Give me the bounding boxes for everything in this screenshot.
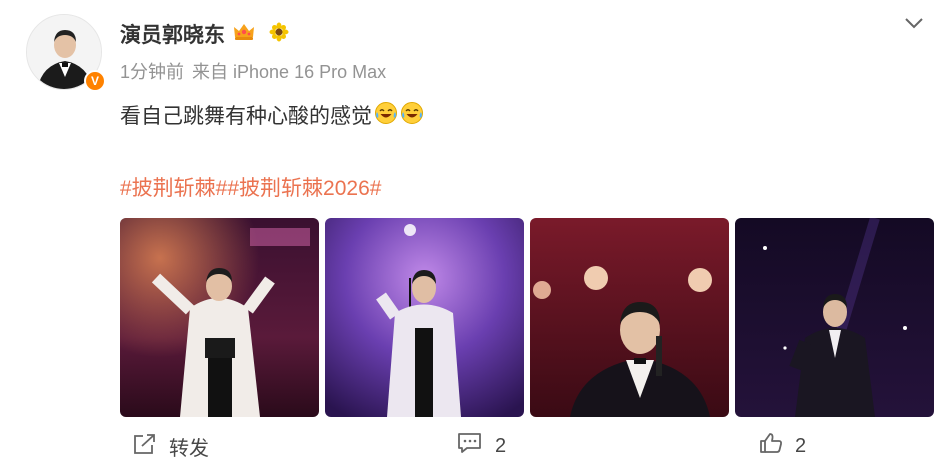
comment-button[interactable]: 2 [457, 432, 506, 460]
username[interactable]: 演员郭晓东 [120, 19, 225, 49]
photo-2[interactable] [325, 218, 524, 417]
repost-button[interactable]: 转发 [133, 432, 209, 461]
post-content: 看自己跳舞有种心酸的感觉 [120, 100, 424, 130]
verified-badge: V [84, 70, 106, 92]
like-count: 2 [795, 434, 807, 457]
comment-icon [457, 432, 483, 460]
repost-label: 转发 [169, 438, 209, 460]
thumbs-up-icon [759, 432, 783, 460]
laugh-cry-emoji-icon [374, 101, 398, 130]
crown-icon[interactable] [233, 23, 255, 45]
photo-grid [120, 218, 934, 417]
photo-3[interactable] [530, 218, 729, 417]
laugh-cry-emoji-icon [400, 101, 424, 130]
comment-count: 2 [495, 434, 507, 457]
post-source: 来自 iPhone 16 Pro Max [192, 62, 387, 82]
photo-1[interactable] [120, 218, 319, 417]
photo-4[interactable] [735, 218, 934, 417]
post-meta: 1分钟前 来自 iPhone 16 Pro Max [120, 58, 386, 84]
post-text: 看自己跳舞有种心酸的感觉 [120, 104, 372, 128]
sunflower-icon[interactable] [269, 22, 289, 46]
like-button[interactable]: 2 [759, 432, 806, 460]
share-icon [133, 433, 157, 461]
post-header: 演员郭晓东 [120, 20, 289, 48]
hashtag-links[interactable]: #披荆斩棘##披荆斩棘2026# [120, 172, 381, 202]
action-bar: 转发 2 2 [0, 428, 935, 461]
post-time[interactable]: 1分钟前 [120, 62, 184, 82]
chevron-down-icon[interactable] [903, 14, 925, 32]
